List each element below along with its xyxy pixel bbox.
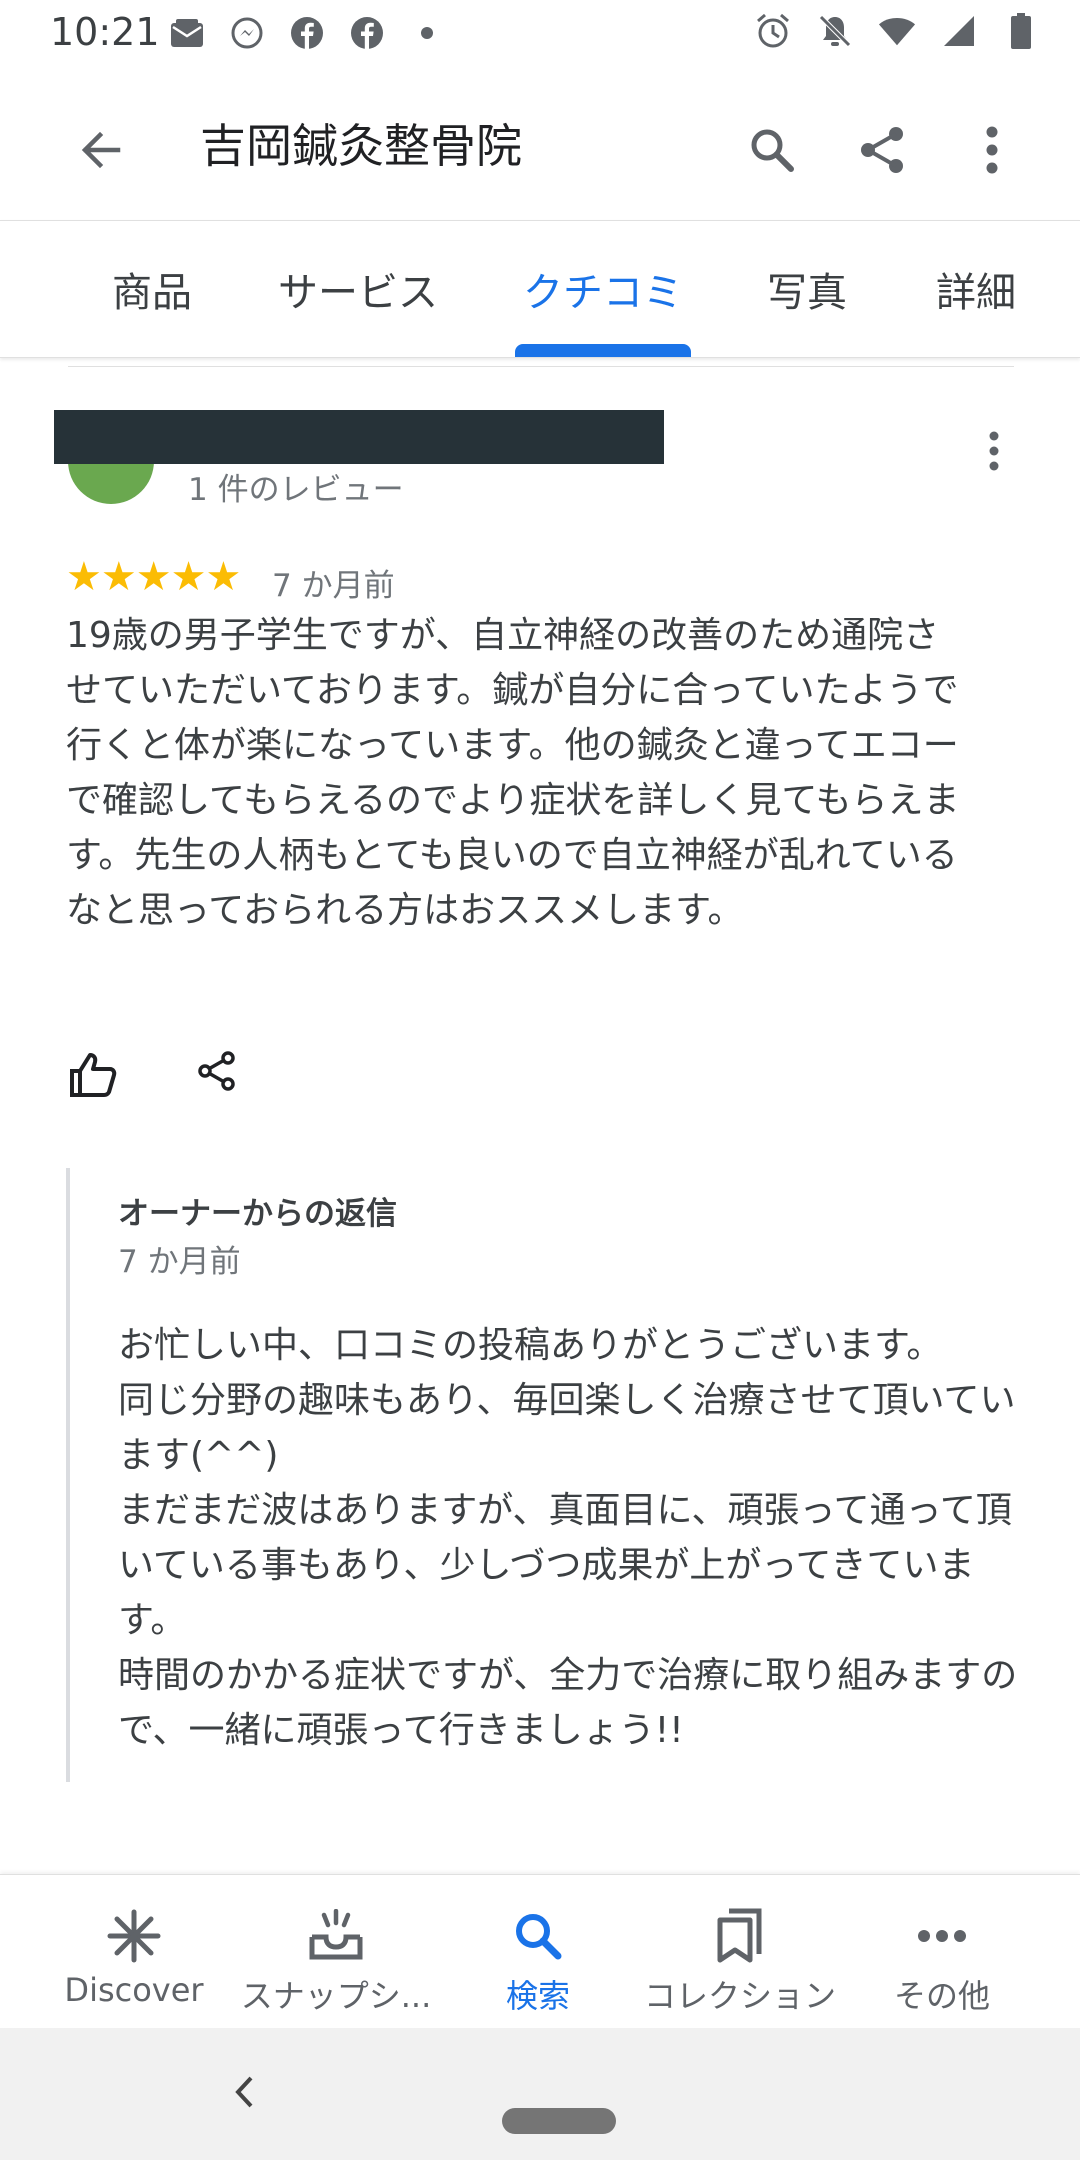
nav-collections[interactable]: コレクション	[640, 1875, 840, 2029]
nav-snapshot[interactable]: スナップシ...	[236, 1875, 436, 2029]
nav-search[interactable]: 検索	[438, 1875, 638, 2029]
more-horiz-icon	[907, 1903, 977, 1969]
facebook-messenger-icon	[228, 14, 266, 52]
review-time: 7 か月前	[272, 568, 395, 604]
system-back-button[interactable]	[222, 2072, 266, 2116]
more-vert-icon	[988, 430, 1000, 476]
bookmarks-icon	[705, 1903, 775, 1969]
tab-details[interactable]: 詳細	[918, 221, 1034, 357]
tab-reviews[interactable]: クチコミ	[515, 221, 691, 357]
reviewer-review-count: 1 件のレビュー	[188, 472, 404, 508]
bottom-navigation: Discover スナップシ... 検索 コレクション その他	[0, 1874, 1080, 2029]
owner-reply-label: オーナーからの返信	[118, 1196, 397, 1232]
wifi-icon	[878, 12, 916, 50]
owner-reply-text: お忙しい中、口コミの投稿ありがとうございます。 同じ分野の趣味もあり、毎回楽しく…	[118, 1325, 1018, 1751]
owner-reply-time: 7 か月前	[118, 1244, 241, 1280]
notification-icons	[168, 14, 446, 52]
status-bar: 10:21	[0, 0, 1080, 66]
share-icon	[196, 1050, 238, 1096]
tab-services[interactable]: サービス	[270, 221, 446, 357]
nav-discover[interactable]: Discover	[34, 1875, 234, 2029]
mail-icon	[168, 14, 206, 52]
dot-icon	[408, 14, 446, 52]
nav-label: 検索	[505, 1977, 570, 2015]
battery-icon	[1002, 12, 1040, 50]
share-icon	[856, 124, 908, 180]
asterisk-icon	[99, 1903, 169, 1969]
search-button[interactable]	[734, 114, 810, 190]
chevron-left-icon	[232, 2074, 256, 2114]
more-vert-icon	[985, 125, 999, 179]
thumb-up-icon	[68, 1052, 118, 1102]
facebook-icon	[348, 14, 386, 52]
like-button[interactable]	[58, 1042, 128, 1112]
system-home-pill[interactable]	[502, 2108, 616, 2134]
nav-label: スナップシ...	[240, 1977, 432, 2015]
app-bar: 吉岡鍼灸整骨院	[0, 66, 1080, 220]
status-time: 10:21	[50, 10, 160, 54]
facebook-icon	[288, 14, 326, 52]
signal-icon	[940, 12, 978, 50]
page-title: 吉岡鍼灸整骨院	[200, 119, 522, 173]
divider	[68, 366, 1014, 367]
tab-photos[interactable]: 写真	[752, 221, 862, 357]
system-navigation-bar	[0, 2028, 1080, 2160]
back-arrow-icon	[76, 126, 124, 178]
active-tab-indicator	[515, 344, 691, 357]
nav-more[interactable]: その他	[842, 1875, 1042, 2029]
nav-label: Discover	[64, 1971, 204, 2009]
nav-label: コレクション	[643, 1977, 836, 2015]
reply-quote-bar	[66, 1168, 70, 1782]
snapshot-icon	[301, 1903, 371, 1969]
star-rating: ★★★★★	[66, 554, 241, 600]
nav-label: その他	[893, 1977, 990, 2015]
search-icon	[747, 125, 797, 179]
search-icon	[503, 1903, 573, 1969]
review-more-button[interactable]	[966, 420, 1022, 486]
system-icons	[754, 12, 1040, 50]
share-review-button[interactable]	[182, 1038, 252, 1108]
back-button[interactable]	[62, 114, 138, 190]
notifications-off-icon	[816, 12, 854, 50]
tab-bar: 商品 サービス クチコミ 写真 詳細	[0, 220, 1080, 358]
tab-products[interactable]: 商品	[96, 221, 208, 357]
redacted-reviewer-name	[54, 410, 664, 464]
alarm-icon	[754, 12, 792, 50]
review-text: 19歳の男子学生ですが、自立神経の改善のため通院させていただいております。鍼が自…	[66, 615, 960, 931]
more-options-button[interactable]	[954, 114, 1030, 190]
share-button[interactable]	[844, 114, 920, 190]
